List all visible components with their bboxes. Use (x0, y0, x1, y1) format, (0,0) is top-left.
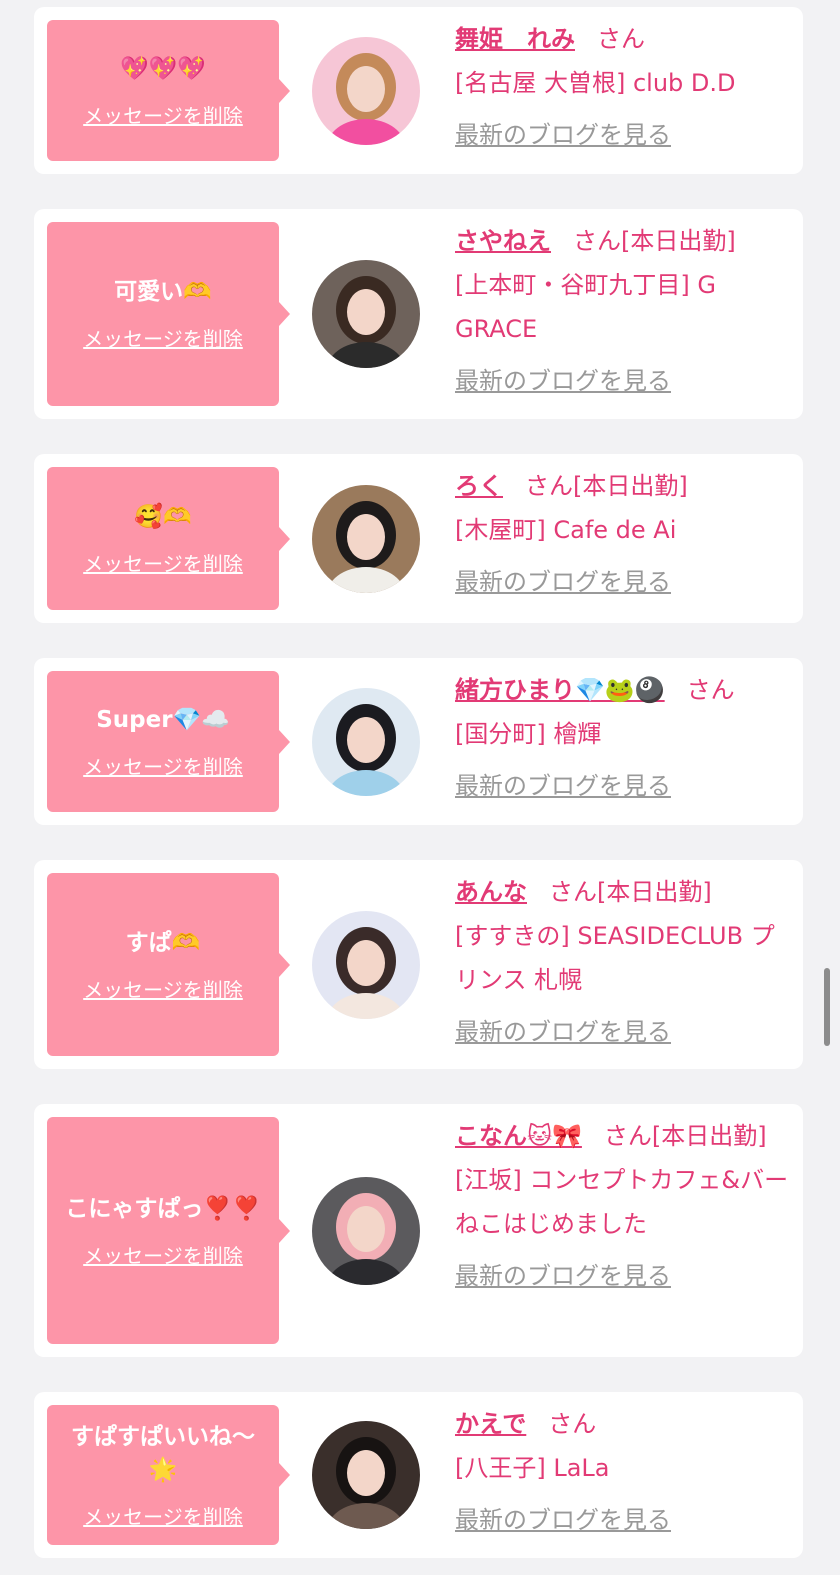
profile-name-link[interactable]: かえで (455, 1410, 526, 1438)
shop-info: [名古屋 大曽根] club D.D (455, 69, 736, 97)
avatar[interactable] (312, 911, 420, 1019)
name-suffix: さん[本日出勤] (549, 878, 712, 906)
latest-blog-link[interactable]: 最新のブログを見る (455, 1010, 671, 1054)
avatar[interactable] (312, 1421, 420, 1529)
profile-info: あんな さん[本日出勤] [すすきの] SEASIDECLUB プリンス 札幌 最… (455, 870, 789, 1054)
avatar-image (312, 260, 420, 368)
profile-info: こなん🐱🎀 さん[本日出勤] [江坂] コンセプトカフェ&バー ねこはじめました … (455, 1114, 813, 1298)
avatar[interactable] (312, 485, 420, 593)
name-line: 緒方ひまり💎🐸🎱 さん (455, 668, 789, 712)
latest-blog-link[interactable]: 最新のブログを見る (455, 113, 671, 157)
avatar[interactable] (312, 688, 420, 796)
profile-name-link[interactable]: 舞姫 れみ (455, 25, 575, 53)
message-bubble: すぱ🫶 メッセージを削除 (47, 873, 290, 1056)
avatar-image (312, 485, 420, 593)
delete-message-link[interactable]: メッセージを削除 (83, 1501, 243, 1530)
shop-info: [江坂] コンセプトカフェ&バー ねこはじめました (455, 1166, 813, 1238)
message-bubble: 💖💖💖 メッセージを削除 (47, 20, 290, 161)
shop-info: [木屋町] Cafe de Ai (455, 516, 677, 544)
delete-message-link[interactable]: メッセージを削除 (83, 974, 243, 1003)
latest-blog-link[interactable]: 最新のブログを見る (455, 1498, 671, 1542)
message-text: こにゃすぱっ❣️❣️ (65, 1195, 261, 1222)
message-card: 🥰🫶 メッセージを削除 ろく さん[本日出勤] [木屋町] Cafe de Ai … (34, 454, 803, 623)
avatar[interactable] (312, 37, 420, 145)
avatar-image (312, 1421, 420, 1529)
message-text: すぱすぱいいね〜🌟 (71, 1423, 255, 1483)
delete-message-link[interactable]: メッセージを削除 (83, 100, 243, 129)
message-bubble: すぱすぱいいね〜🌟 メッセージを削除 (47, 1405, 290, 1545)
avatar-image (312, 911, 420, 1019)
name-suffix: さん[本日出勤] (603, 1122, 767, 1150)
message-card: 可愛い🫶 メッセージを削除 さやねえ さん[本日出勤] [上本町・谷町九丁目] G… (34, 209, 803, 419)
profile-info: 舞姫 れみ さん [名古屋 大曽根] club D.D 最新のブログを見る (455, 17, 789, 157)
name-line: こなん🐱🎀 さん[本日出勤] (455, 1114, 789, 1158)
name-suffix: さん (686, 676, 735, 704)
message-bubble: Super💎☁️ メッセージを削除 (47, 671, 290, 812)
avatar[interactable] (312, 260, 420, 368)
message-bubble: こにゃすぱっ❣️❣️ メッセージを削除 (47, 1117, 290, 1344)
name-suffix: さん[本日出勤] (525, 472, 688, 500)
message-text: 🥰🫶 (134, 503, 192, 530)
message-card: すぱすぱいいね〜🌟 メッセージを削除 かえで さん [八王子] LaLa 最新のブ… (34, 1392, 803, 1558)
message-card: すぱ🫶 メッセージを削除 あんな さん[本日出勤] [すすきの] SEASIDEC… (34, 860, 803, 1069)
scrollbar[interactable] (824, 968, 830, 1046)
profile-name-link[interactable]: ろく (455, 472, 503, 500)
profile-name-link[interactable]: あんな (455, 878, 527, 906)
message-card: 💖💖💖 メッセージを削除 舞姫 れみ さん [名古屋 大曽根] club D.D … (34, 7, 803, 174)
latest-blog-link[interactable]: 最新のブログを見る (455, 764, 671, 808)
shop-info: [八王子] LaLa (455, 1454, 610, 1482)
delete-message-link[interactable]: メッセージを削除 (83, 323, 243, 352)
shop-info: [国分町] 檜輝 (455, 720, 602, 748)
delete-message-link[interactable]: メッセージを削除 (83, 1240, 243, 1269)
avatar-image (312, 37, 420, 145)
avatar-image (312, 1177, 420, 1285)
profile-name-link[interactable]: さやねえ (455, 227, 551, 255)
avatar-image (312, 688, 420, 796)
name-line: ろく さん[本日出勤] (455, 464, 789, 508)
message-text: Super💎☁️ (96, 706, 230, 733)
profile-info: 緒方ひまり💎🐸🎱 さん [国分町] 檜輝 最新のブログを見る (455, 668, 789, 808)
delete-message-link[interactable]: メッセージを削除 (83, 751, 243, 780)
profile-info: かえで さん [八王子] LaLa 最新のブログを見る (455, 1402, 789, 1542)
name-line: 舞姫 れみ さん (455, 17, 789, 61)
name-suffix: さん[本日出勤] (573, 227, 736, 255)
delete-message-link[interactable]: メッセージを削除 (83, 548, 243, 577)
latest-blog-link[interactable]: 最新のブログを見る (455, 359, 671, 403)
message-card: Super💎☁️ メッセージを削除 緒方ひまり💎🐸🎱 さん [国分町] 檜輝 最新… (34, 658, 803, 825)
name-suffix: さん (597, 25, 645, 53)
message-text: 💖💖💖 (120, 55, 206, 82)
shop-info: [すすきの] SEASIDECLUB プリンス 札幌 (455, 922, 775, 994)
profile-info: さやねえ さん[本日出勤] [上本町・谷町九丁目] G GRACE 最新のブログを… (455, 219, 789, 403)
name-line: あんな さん[本日出勤] (455, 870, 789, 914)
name-suffix: さん (548, 1410, 597, 1438)
profile-info: ろく さん[本日出勤] [木屋町] Cafe de Ai 最新のブログを見る (455, 464, 789, 604)
message-bubble: 可愛い🫶 メッセージを削除 (47, 222, 290, 406)
name-line: かえで さん (455, 1402, 789, 1446)
latest-blog-link[interactable]: 最新のブログを見る (455, 1254, 671, 1298)
profile-name-link[interactable]: 緒方ひまり💎🐸🎱 (455, 676, 665, 704)
avatar[interactable] (312, 1177, 420, 1285)
message-text: すぱ🫶 (125, 929, 201, 956)
latest-blog-link[interactable]: 最新のブログを見る (455, 560, 671, 604)
shop-info: [上本町・谷町九丁目] G GRACE (455, 271, 716, 343)
message-text: 可愛い🫶 (114, 279, 212, 305)
message-card: こにゃすぱっ❣️❣️ メッセージを削除 こなん🐱🎀 さん[本日出勤] [江坂] コ… (34, 1104, 813, 1357)
name-line: さやねえ さん[本日出勤] (455, 219, 789, 263)
profile-name-link[interactable]: こなん🐱🎀 (455, 1122, 582, 1150)
message-bubble: 🥰🫶 メッセージを削除 (47, 467, 290, 610)
